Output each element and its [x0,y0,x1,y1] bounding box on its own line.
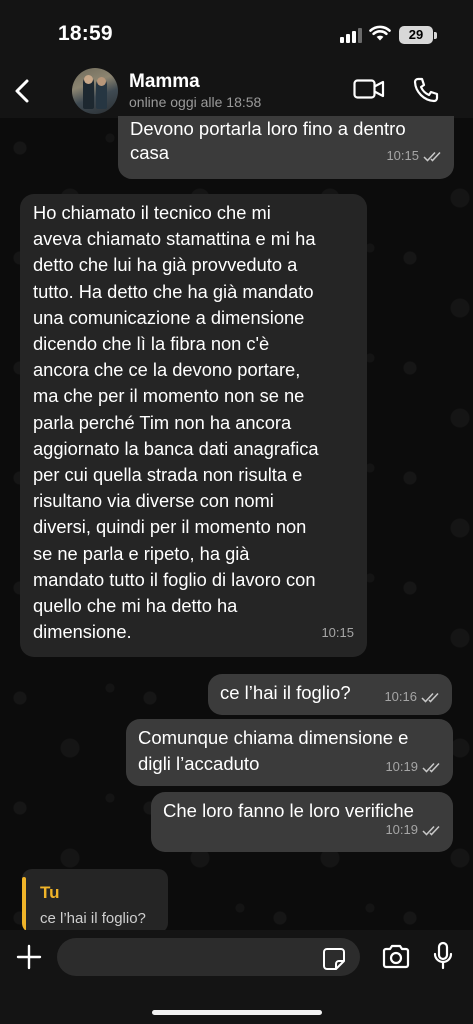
message-text: aveva chiamato stamattina e mi ha [33,228,316,250]
message-text: una comunicazione a dimensione [33,306,305,328]
plus-icon[interactable] [16,944,42,970]
video-call-icon[interactable] [353,78,385,100]
message-text: quello che mi ha detto ha [33,595,238,617]
reply-text: ce l’hai il foglio? [40,910,146,927]
message-text: risultano via diverse con nomi [33,490,274,512]
message-text: Che loro fanno le loro verifiche [163,800,414,821]
battery-tip [434,32,437,39]
message-text: per cui quella strada non risulta e [33,464,303,486]
chat-header: Mamma online oggi alle 18:58 [0,62,473,118]
message-text: tutto. Ha detto che ha già mandato [33,280,314,302]
message-text: aggiornato la banca dati anagrafica [33,437,319,459]
message-text: ma che per il momento non se ne [33,385,305,407]
wifi-icon [369,25,391,41]
message-bubble-incoming[interactable]: Ho chiamato il tecnico che mi aveva chia… [20,194,367,657]
message-time: 10:15 [321,625,354,641]
reply-author: Tu [40,883,60,902]
quoted-reply-preview[interactable]: Tu ce l’hai il foglio? [22,869,168,933]
message-time: 10:15 [386,148,419,163]
message-bubble-outgoing[interactable]: Che loro fanno le loro verifiche 10:19 [151,792,453,852]
status-time: 18:59 [58,22,113,45]
read-ticks-icon [422,825,440,836]
message-text: Comunque chiama dimensione e [138,727,409,748]
signal-icon [340,27,362,43]
message-bubble-outgoing[interactable]: ce l’hai il foglio? 10:16 [208,674,452,715]
message-text: parla perché Tim non ha ancora [33,411,292,433]
message-time: 10:19 [385,822,418,837]
message-bubble-outgoing[interactable]: Devono portarla loro fino a dentro casa … [118,116,454,179]
battery-icon: 29 [399,26,433,44]
avatar[interactable] [72,68,118,114]
message-text: se ne parla e ripeto, ha già [33,542,250,564]
message-text: Devono portarla loro fino a dentro [130,118,406,139]
back-icon[interactable] [8,74,38,108]
message-text: Ho chiamato il tecnico che mi [33,202,271,223]
contact-status: online oggi alle 18:58 [129,94,262,110]
microphone-icon[interactable] [432,941,454,971]
message-time: 10:19 [385,759,418,774]
message-text: detto che lui ha già provveduto a [33,254,298,276]
contact-name[interactable]: Mamma [129,71,200,93]
read-ticks-icon [421,692,439,703]
message-text: mandato tutto il foglio di lavoro con [33,568,316,590]
message-text: ce l’hai il foglio? [220,682,351,703]
message-text: diversi, quindi per il momento non [33,516,307,538]
reply-accent-bar [22,877,26,931]
message-bubble-outgoing[interactable]: Comunque chiama dimensione e digli l’acc… [126,719,453,786]
read-ticks-icon [423,151,441,162]
sticker-icon[interactable] [322,947,346,971]
message-time: 10:16 [384,689,417,704]
read-ticks-icon [422,762,440,773]
message-input[interactable] [57,938,360,976]
message-text: ancora che ce la devono portare, [33,359,301,381]
phone-call-icon[interactable] [412,76,440,104]
home-indicator [152,1010,322,1015]
camera-icon[interactable] [381,944,411,970]
message-text: dicendo che lì la fibra non c'è [33,333,270,355]
status-bar: 18:59 29 [0,0,473,62]
